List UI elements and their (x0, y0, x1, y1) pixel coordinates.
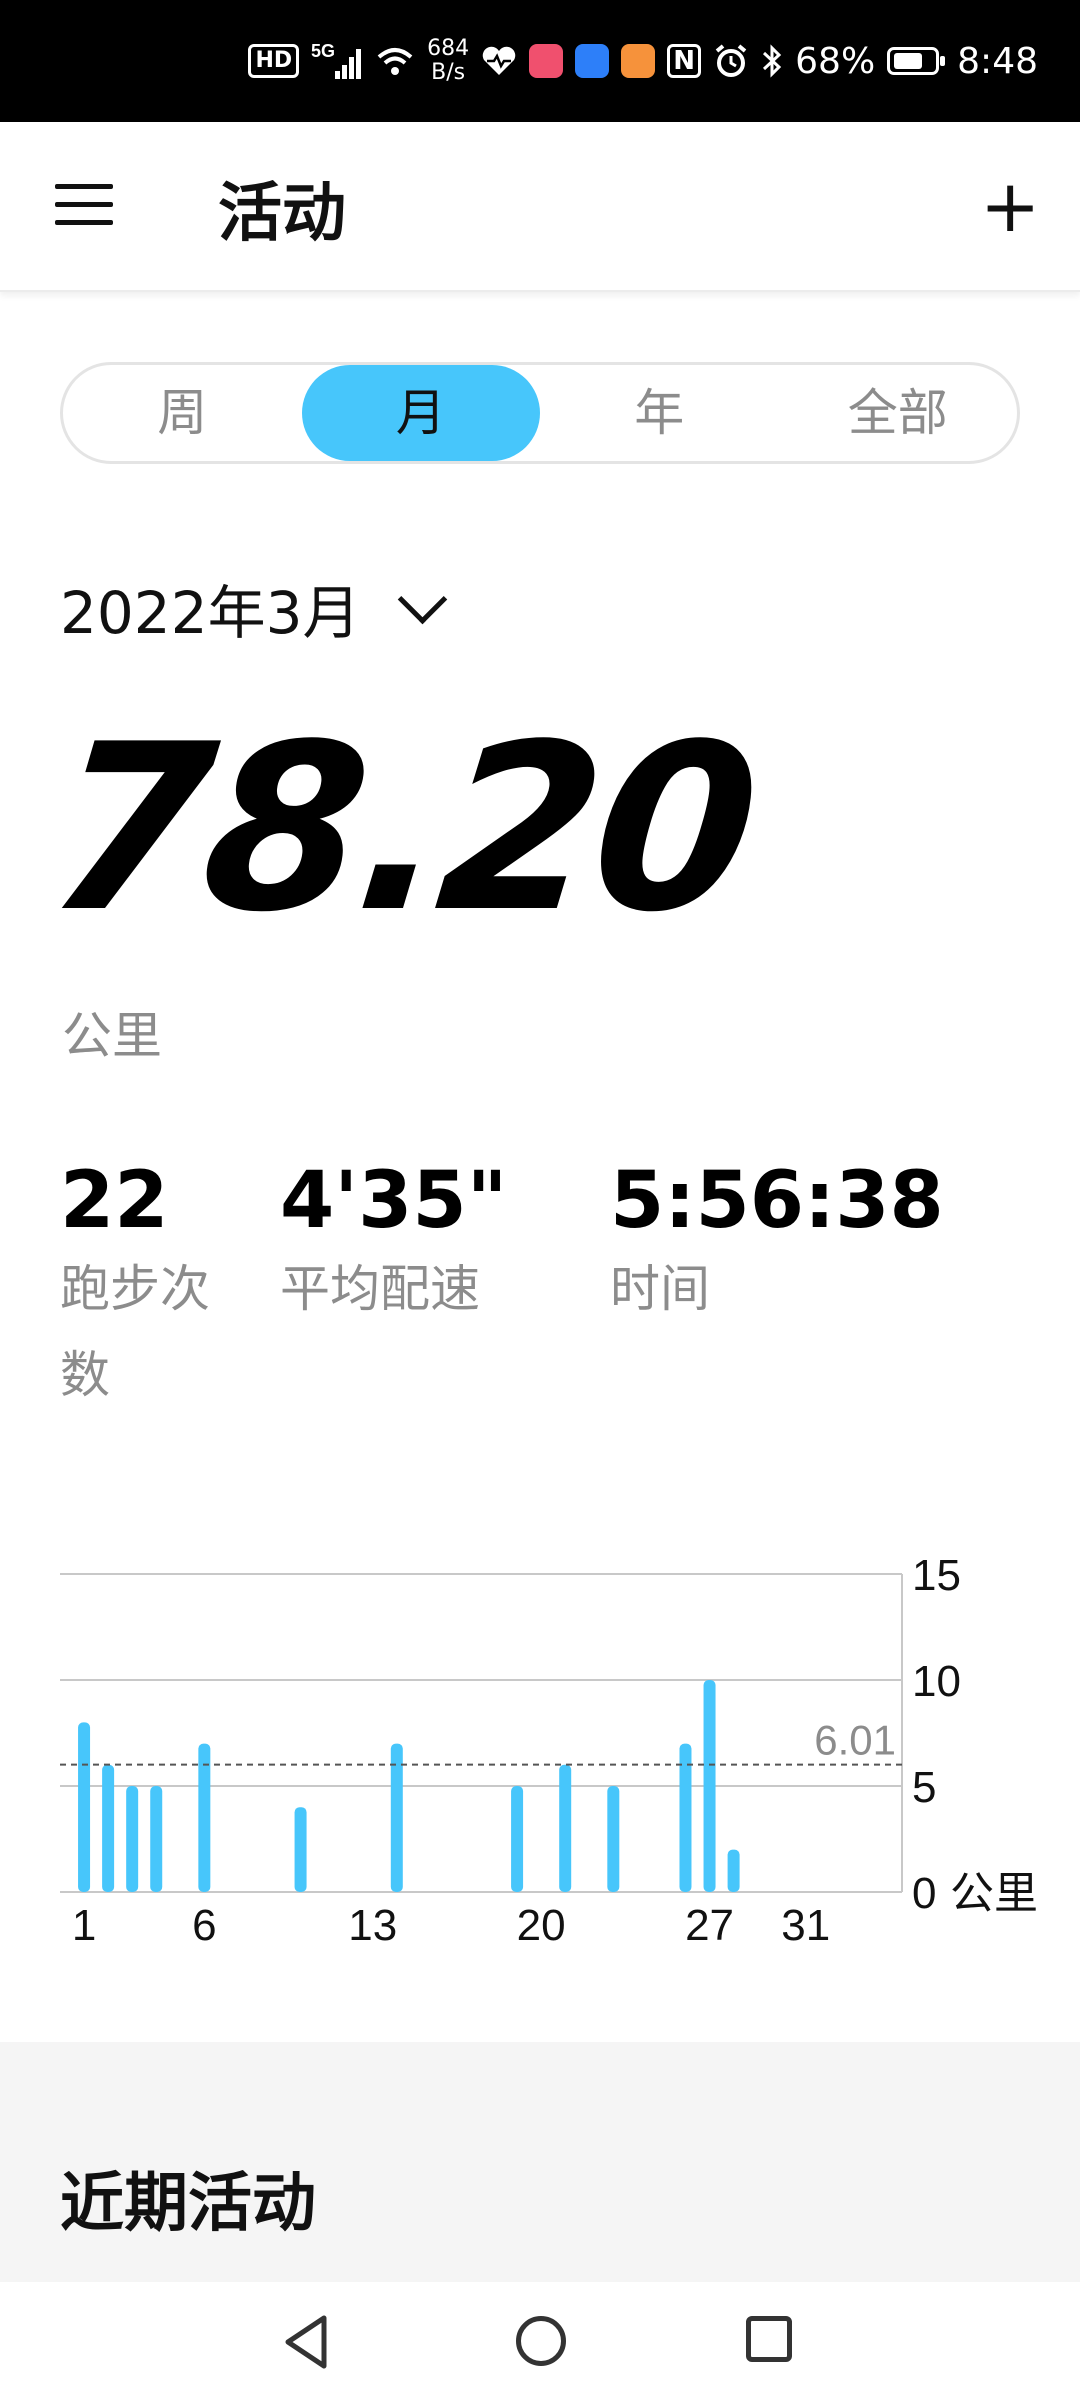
battery-percent: 68% (795, 40, 876, 82)
x-tick-label: 13 (348, 1901, 397, 1950)
y-axis-unit: 公里 (950, 1868, 1038, 1919)
y-tick-label: 10 (912, 1657, 961, 1706)
y-tick-label: 15 (912, 1551, 961, 1600)
x-tick-label: 27 (685, 1901, 734, 1950)
book-app-icon (529, 44, 564, 78)
month-label: 2022年3月 (60, 579, 361, 647)
signal-label: 5G (311, 41, 335, 61)
chart-bar (511, 1786, 524, 1892)
recent-activities-title: 近期活动 (60, 2167, 316, 2241)
network-speed: 684 B/s (427, 37, 469, 85)
stat-time: 5:56:38 时间 (610, 1156, 944, 1332)
tab-month[interactable]: 月 (301, 365, 540, 461)
pace-value: 4'35" (280, 1156, 508, 1246)
plus-icon[interactable]: + (980, 168, 1040, 244)
runs-label: 跑步次数 (60, 1260, 210, 1404)
speed-unit: B/s (431, 60, 466, 85)
status-bar: HD 5G 684 B/s N 68% 8:48 (0, 0, 1080, 122)
recent-activities-section: 近期活动 (0, 2042, 1080, 2282)
chart-bar (703, 1680, 716, 1892)
chart-bar (559, 1764, 572, 1892)
battery-icon (887, 47, 946, 75)
hd-icon: HD (248, 44, 300, 78)
recents-icon[interactable] (746, 2316, 792, 2362)
stat-runs: 22 跑步次数 (60, 1156, 240, 1418)
x-tick-label: 20 (517, 1901, 566, 1950)
chart-bar (78, 1722, 91, 1892)
chart-bar (294, 1807, 307, 1892)
chart-bar (679, 1743, 692, 1892)
month-selector[interactable]: 2022年3月 (60, 568, 447, 648)
total-distance: 78.20 (38, 696, 764, 963)
page-title: 活动 (218, 177, 346, 251)
clock: 8:48 (957, 40, 1038, 82)
monthly-distance-chart: 0 5 10 15 公里 6.01 1 6 13 20 27 31 (60, 1551, 1038, 1950)
stat-pace: 4'35" 平均配速 (280, 1156, 507, 1332)
bluetooth-icon (763, 44, 782, 78)
average-label: 6.01 (814, 1717, 896, 1764)
app-bar: 活动 + (0, 122, 1080, 292)
alarm-icon (715, 44, 747, 77)
chart-bar (390, 1743, 403, 1892)
signal-icon: 5G (311, 41, 362, 79)
speed-value: 684 (427, 36, 470, 61)
heart-app-icon (621, 44, 656, 78)
x-tick-label: 6 (192, 1901, 216, 1950)
wifi-icon (377, 48, 413, 75)
system-nav-bar (0, 2282, 1080, 2400)
tab-all[interactable]: 全部 (779, 365, 1018, 461)
tab-week[interactable]: 周 (63, 365, 302, 461)
home-icon[interactable] (516, 2316, 566, 2366)
pace-label: 平均配速 (280, 1260, 480, 1318)
chart-bar (102, 1764, 115, 1892)
tab-year[interactable]: 年 (540, 365, 779, 461)
x-tick-label: 31 (781, 1901, 830, 1950)
hamburger-menu-icon[interactable] (55, 184, 113, 226)
chart-bar (150, 1786, 163, 1892)
chart-bar (607, 1786, 620, 1892)
period-tabs: 周 月 年 全部 (60, 362, 1020, 464)
health-icon (482, 46, 516, 75)
back-icon[interactable] (280, 2312, 332, 2372)
runs-value: 22 (60, 1156, 169, 1246)
x-tick-label: 1 (72, 1901, 96, 1950)
chart-bar (198, 1743, 211, 1892)
time-label: 时间 (610, 1260, 710, 1318)
nfc-icon: N (667, 44, 702, 78)
bulb-app-icon (575, 44, 610, 78)
time-value: 5:56:38 (610, 1156, 944, 1246)
chart-bar (727, 1849, 740, 1892)
y-tick-label: 0 (912, 1869, 936, 1918)
chart-bar (126, 1786, 139, 1892)
chevron-down-icon (397, 574, 447, 624)
total-distance-unit: 公里 (62, 1007, 162, 1065)
y-tick-label: 5 (912, 1763, 936, 1812)
